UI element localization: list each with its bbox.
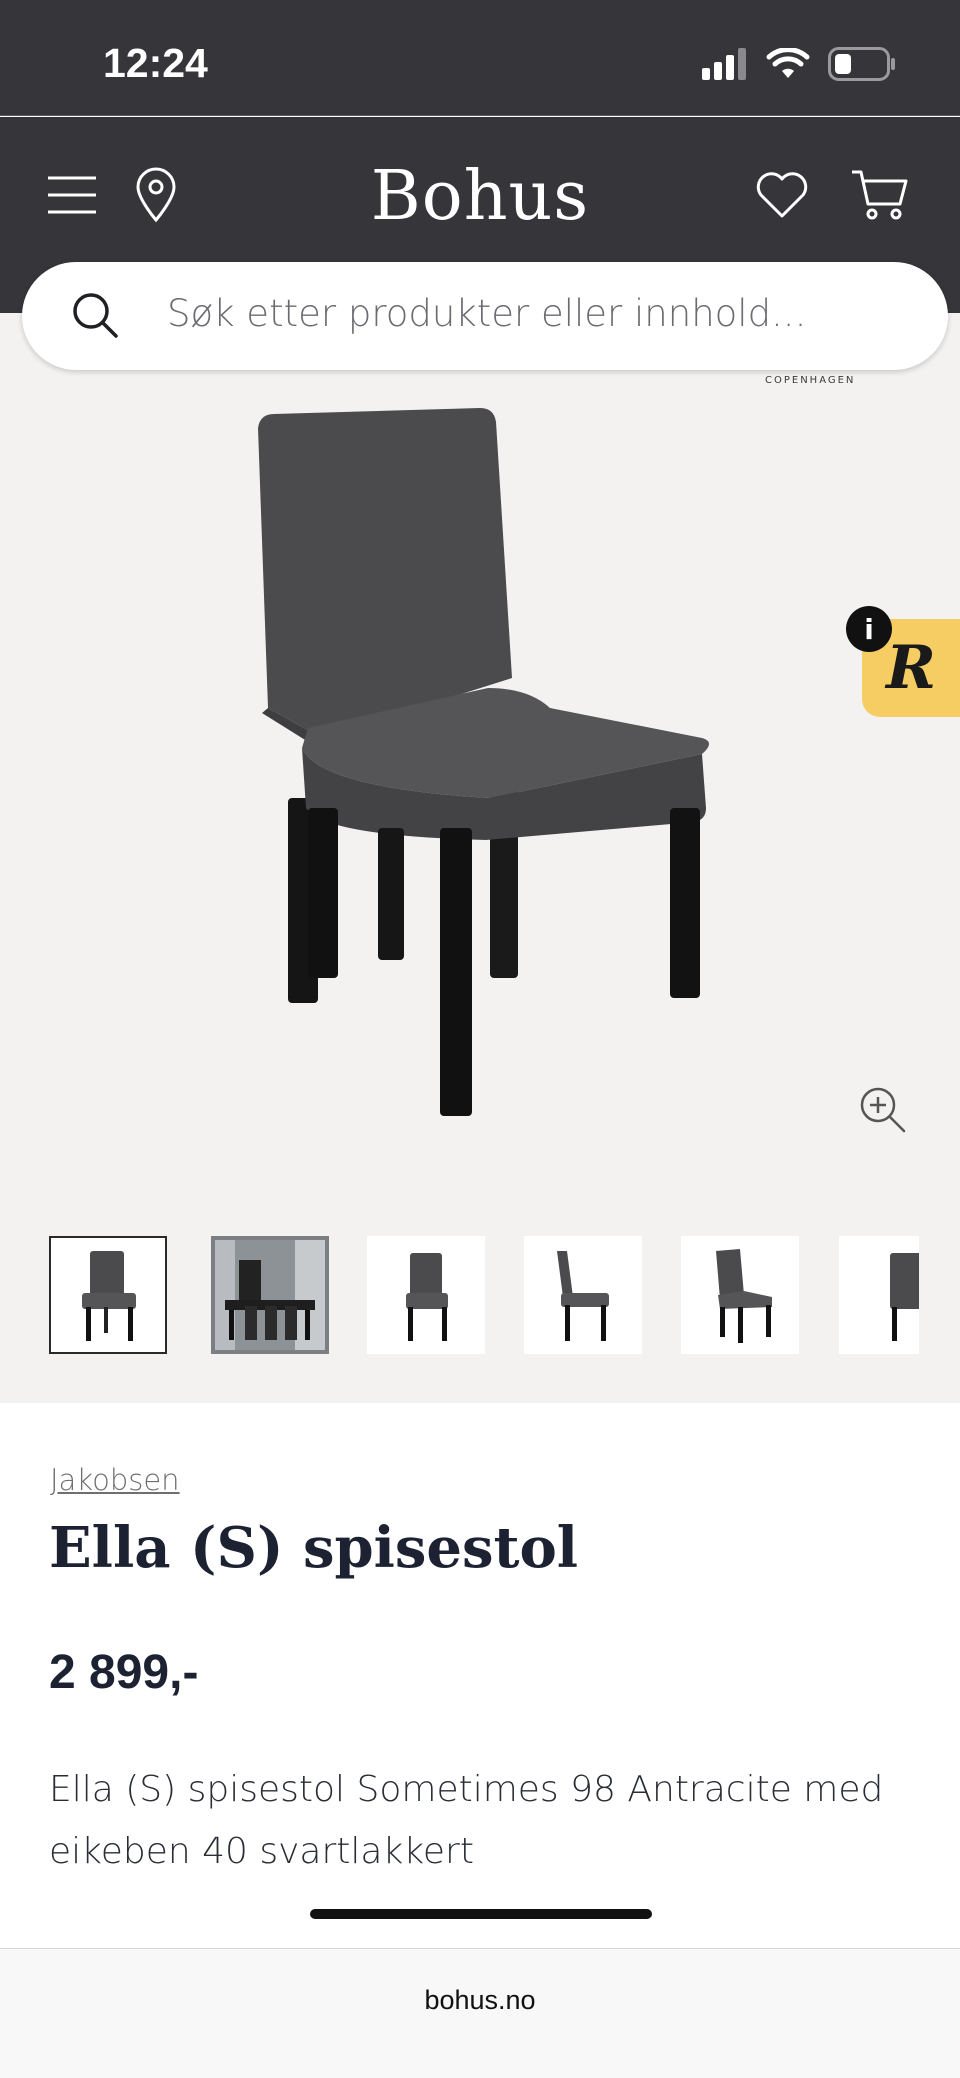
wifi-icon bbox=[766, 48, 810, 78]
search-bar[interactable]: Søk etter produkter eller innhold... bbox=[22, 262, 948, 370]
home-indicator bbox=[310, 1909, 652, 1919]
browser-url-bar[interactable]: bohus.no bbox=[0, 1948, 960, 2078]
chair-angle-thumbnail bbox=[716, 1249, 772, 1343]
thumbnail-5[interactable] bbox=[681, 1236, 799, 1354]
wishlist-button[interactable] bbox=[752, 165, 812, 225]
thumbnail-strip bbox=[49, 1236, 919, 1354]
zoom-icon[interactable] bbox=[858, 1085, 908, 1135]
heart-icon bbox=[756, 172, 808, 218]
brand-link[interactable]: Jakobsen bbox=[50, 1463, 180, 1497]
product-description: Ella (S) spisestol Sometimes 98 Antracit… bbox=[49, 1769, 884, 1872]
site-logo[interactable]: Bohus bbox=[0, 157, 960, 236]
cart-button[interactable] bbox=[850, 165, 910, 225]
chair-front-thumbnail bbox=[82, 1251, 136, 1341]
product-info: Jakobsen Ella (S) spisestol 2 899,- Ella… bbox=[0, 1403, 960, 1948]
search-icon bbox=[73, 293, 118, 338]
battery-icon bbox=[828, 47, 895, 81]
product-title: Ella (S) spisestol bbox=[49, 1515, 579, 1581]
status-icons bbox=[700, 46, 896, 82]
chair-front-thumbnail bbox=[406, 1253, 448, 1341]
status-bar: 12:24 bbox=[0, 0, 960, 116]
dining-room-thumbnail bbox=[215, 1240, 325, 1350]
thumbnail-2[interactable] bbox=[211, 1236, 329, 1354]
cart-icon bbox=[852, 170, 908, 220]
search-input[interactable]: Søk etter produkter eller innhold... bbox=[167, 292, 806, 335]
status-time: 12:24 bbox=[103, 40, 208, 86]
chair-side-thumbnail bbox=[557, 1251, 609, 1341]
thumbnail-1[interactable] bbox=[49, 1236, 167, 1354]
product-gallery[interactable]: COPENHAGEN i R bbox=[0, 313, 960, 1403]
signal-icon bbox=[702, 48, 746, 80]
url-text[interactable]: bohus.no bbox=[0, 1985, 960, 2016]
product-image[interactable] bbox=[250, 408, 720, 1128]
image-brand-tag: COPENHAGEN bbox=[765, 375, 856, 386]
product-price: 2 899,- bbox=[49, 1646, 199, 1699]
chair-back-thumbnail bbox=[890, 1253, 919, 1341]
thumbnail-3[interactable] bbox=[367, 1236, 485, 1354]
thumbnail-4[interactable] bbox=[524, 1236, 642, 1354]
thumbnail-6[interactable] bbox=[839, 1236, 919, 1354]
info-badge[interactable]: i bbox=[846, 606, 892, 652]
